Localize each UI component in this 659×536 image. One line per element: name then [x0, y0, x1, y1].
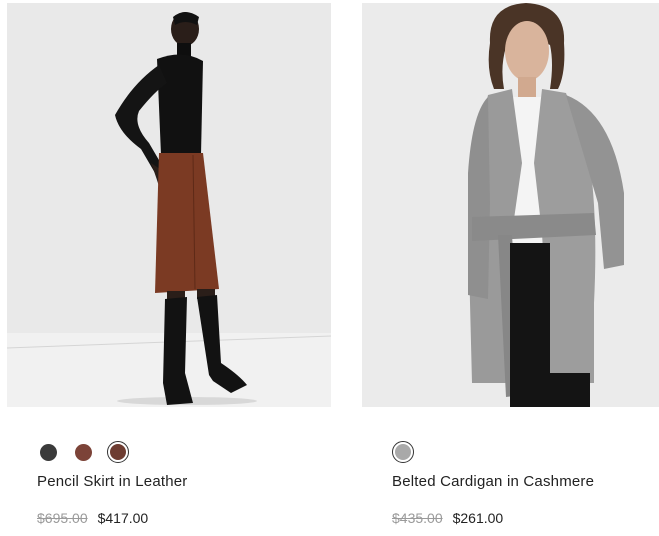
swatch-black[interactable]	[37, 441, 59, 463]
product-card[interactable]: Pencil Skirt in Leather $695.00 $417.00	[7, 3, 331, 526]
product-photo-skirt	[7, 3, 331, 407]
product-name[interactable]: Pencil Skirt in Leather	[37, 473, 188, 490]
swatch-brown[interactable]	[72, 441, 94, 463]
product-photo-cardigan	[362, 3, 659, 407]
product-name[interactable]: Belted Cardigan in Cashmere	[392, 473, 594, 490]
sale-price: $417.00	[97, 510, 149, 526]
product-price: $435.00 $261.00	[392, 510, 503, 526]
sale-price: $261.00	[452, 510, 504, 526]
product-price: $695.00 $417.00	[37, 510, 148, 526]
swatch-dot	[39, 443, 57, 461]
product-image[interactable]	[7, 3, 331, 407]
swatch-dot	[110, 444, 126, 460]
swatch-dot	[74, 443, 92, 461]
color-swatches	[392, 441, 414, 463]
color-swatches	[37, 441, 129, 463]
product-card[interactable]: Belted Cardigan in Cashmere $435.00 $261…	[362, 3, 659, 526]
swatch-dot	[395, 444, 411, 460]
original-price: $695.00	[37, 510, 88, 526]
swatch-grey-selected[interactable]	[392, 441, 414, 463]
swatch-cognac-selected[interactable]	[107, 441, 129, 463]
original-price: $435.00	[392, 510, 443, 526]
product-image[interactable]	[362, 3, 659, 407]
